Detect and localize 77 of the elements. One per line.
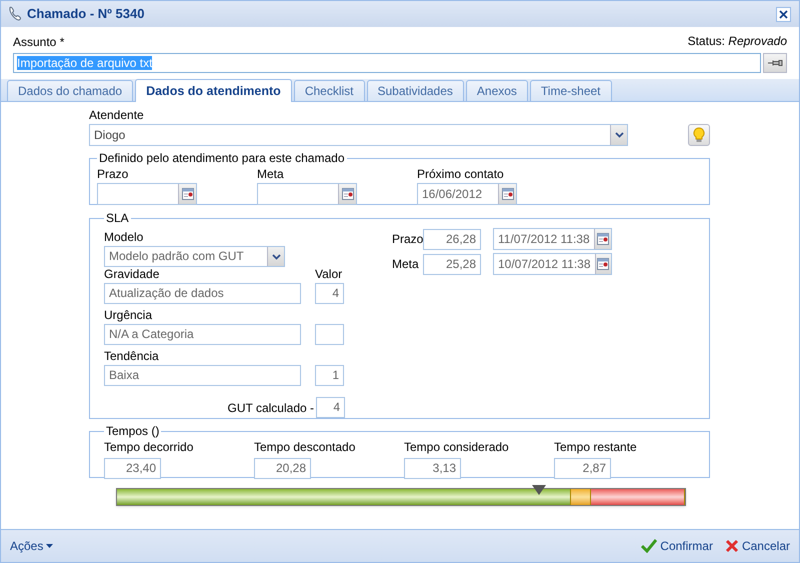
subject-field[interactable]: Importação de arquivo txt [13, 53, 761, 73]
tab[interactable]: Subatividades [366, 80, 464, 101]
input-field[interactable]: 4 [315, 283, 344, 304]
phone-icon [7, 6, 23, 22]
check-icon [641, 539, 658, 553]
field-label: Urgência [104, 308, 154, 323]
input-field[interactable]: 2,87 [554, 458, 611, 479]
dropdown-field[interactable]: Diogo [89, 124, 628, 146]
date-field[interactable] [97, 183, 197, 205]
input-field[interactable] [315, 324, 344, 345]
caret-icon [46, 544, 54, 548]
lightbulb-icon [693, 127, 705, 143]
calendar-button[interactable] [594, 229, 611, 249]
calendar-icon [502, 188, 514, 200]
column-header: Valor [315, 267, 342, 282]
field-label: Prazo [392, 231, 423, 248]
subject-text: Importação de arquivo txt [17, 56, 152, 70]
chevron-down-icon [614, 132, 624, 138]
calendar-icon [342, 188, 354, 200]
field-label: Prazo [97, 167, 130, 182]
confirm-button[interactable]: Confirmar [641, 537, 713, 555]
calendar-button[interactable] [338, 184, 356, 204]
dropdown-button[interactable] [267, 247, 284, 266]
field-label: Meta [392, 256, 420, 273]
date-field[interactable]: 11/07/2012 11:38 [493, 228, 612, 250]
field-label: Atendente [89, 108, 145, 123]
input-field[interactable]: Atualização de dados [104, 283, 301, 304]
calendar-button[interactable] [498, 184, 516, 204]
calendar-icon [182, 188, 194, 200]
date-field[interactable] [257, 183, 357, 205]
close-icon [779, 10, 788, 18]
field-label: Assunto * [13, 35, 64, 50]
field-label: Tendência [104, 349, 160, 364]
close-button[interactable] [776, 6, 791, 22]
dropdown-field[interactable]: Modelo padrão com GUT [104, 246, 285, 267]
field-label: Gravidade [104, 267, 160, 282]
tab[interactable]: Checklist [294, 80, 364, 101]
date-field[interactable]: 16/06/2012 [417, 183, 517, 205]
input-field[interactable]: 3,13 [404, 458, 461, 479]
field-label: Tempo descontado [254, 440, 356, 455]
group-title: Tempos () [106, 424, 160, 438]
tab[interactable]: Anexos [466, 80, 528, 101]
field-label: Modelo [104, 230, 144, 245]
calendar-icon [597, 258, 610, 270]
input-field[interactable]: 4 [316, 397, 345, 418]
field-label: Meta [257, 167, 285, 182]
tab[interactable]: Dados do chamado [7, 80, 134, 101]
input-field[interactable]: 23,40 [104, 458, 161, 479]
field-label: Tempo decorrido [104, 440, 194, 455]
calendar-button[interactable] [594, 254, 611, 274]
calendar-button[interactable] [178, 184, 196, 204]
actions-menu[interactable]: Ações [10, 537, 54, 555]
x-icon [724, 539, 739, 553]
field-label: Tempo restante [554, 440, 638, 455]
tab[interactable]: Time-sheet [530, 80, 612, 101]
tab[interactable]: Dados do atendimento [135, 79, 292, 102]
group-title: SLA [106, 211, 129, 225]
chevron-down-icon [272, 254, 280, 260]
input-field[interactable]: 25,28 [423, 254, 481, 274]
field-label: Tempo considerado [404, 440, 510, 455]
pin-icon [767, 59, 783, 67]
calendar-icon [596, 233, 609, 245]
field-label: GUT calculado - [228, 400, 314, 416]
input-field[interactable]: 26,28 [423, 228, 481, 250]
input-field[interactable]: Baixa [104, 365, 301, 386]
field-label: Próximo contato [417, 167, 505, 182]
pin-button[interactable] [763, 53, 787, 73]
input-field[interactable]: 20,28 [254, 458, 311, 479]
cancel-button[interactable]: Cancelar [724, 537, 790, 555]
date-field[interactable]: 10/07/2012 11:38 [493, 253, 612, 275]
input-field[interactable]: 1 [315, 365, 344, 386]
input-field[interactable]: N/A a Categoria [104, 324, 301, 345]
lightbulb-button[interactable] [688, 124, 710, 146]
status-text: Status: Reprovado [688, 33, 787, 50]
window-title: Chamado - Nº 5340 [27, 5, 144, 24]
dropdown-button[interactable] [610, 125, 627, 145]
group-title: Definido pelo atendimento para este chamado [99, 151, 344, 165]
